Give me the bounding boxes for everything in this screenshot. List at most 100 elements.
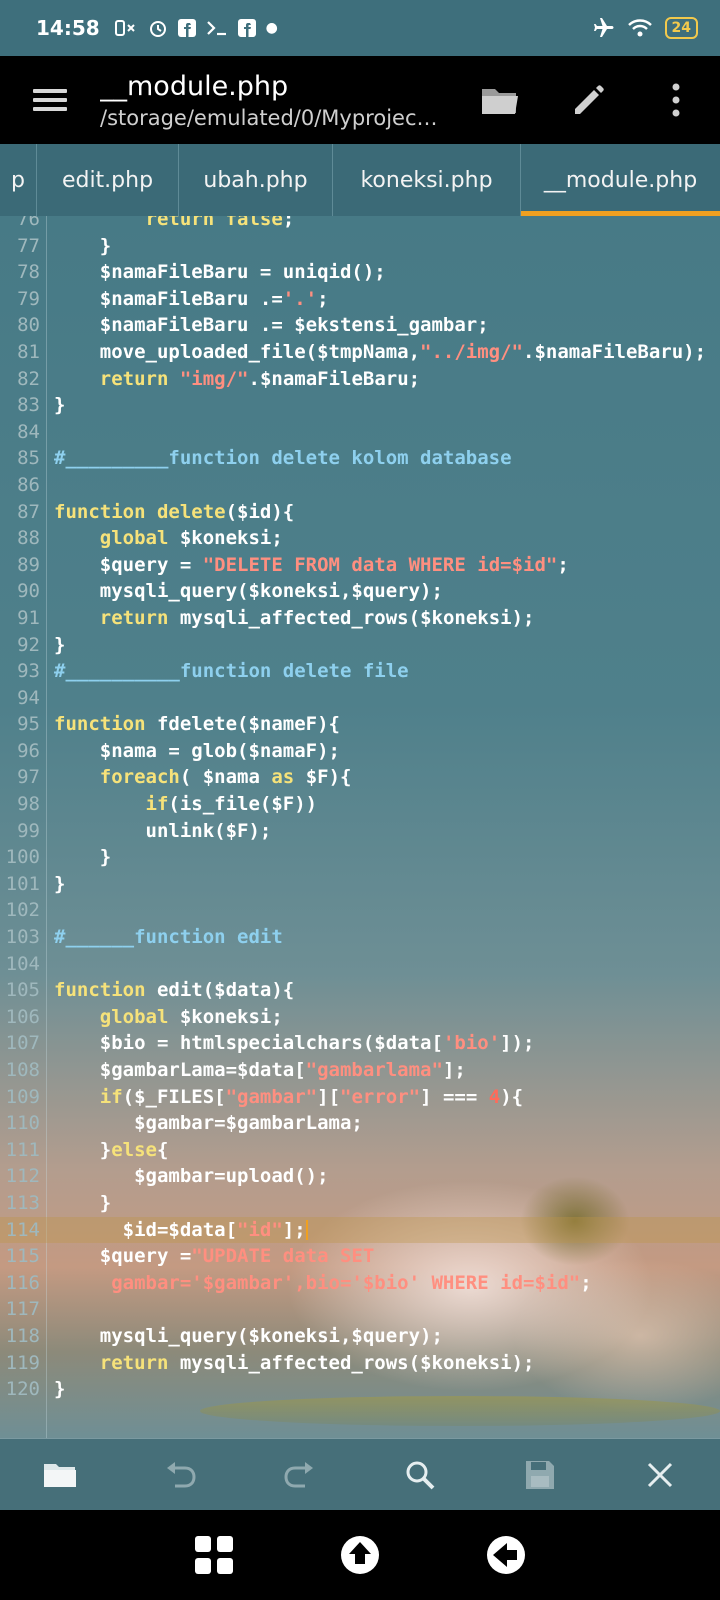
line-number: 110 [5, 1112, 40, 1135]
code-line[interactable]: 105 function edit($data){ [0, 977, 720, 1004]
code-token: $gambar=upload(); [54, 1165, 329, 1188]
code-line[interactable]: 112 $gambar=upload(); [0, 1163, 720, 1190]
redo-button[interactable] [260, 1439, 340, 1511]
code-token: #__________function delete file [54, 660, 409, 683]
code-line[interactable]: 99 unlink($F); [0, 818, 720, 845]
line-number: 113 [5, 1191, 40, 1214]
line-number: 106 [5, 1005, 40, 1028]
code-line[interactable]: 97 foreach( $nama as $F){ [0, 764, 720, 791]
code-token: "img/" [179, 367, 249, 390]
code-token: false [225, 216, 283, 230]
menu-button[interactable] [0, 56, 100, 144]
code-line[interactable]: 76 return false; [0, 216, 720, 233]
code-token: mysqli_query($koneksi,$query); [54, 580, 443, 603]
recents-button[interactable] [191, 1532, 237, 1578]
code-line[interactable]: 119 return mysqli_affected_rows($koneksi… [0, 1350, 720, 1377]
open-folder-button[interactable] [456, 56, 544, 144]
tab-module-php[interactable]: __module.php [520, 144, 720, 216]
back-button[interactable] [483, 1532, 529, 1578]
code-line[interactable]: 101} [0, 871, 720, 898]
undo-button[interactable] [140, 1439, 220, 1511]
code-line[interactable]: 91 return mysqli_affected_rows($koneksi)… [0, 605, 720, 632]
code-line[interactable]: 120} [0, 1376, 720, 1403]
code-line[interactable]: 92} [0, 632, 720, 659]
code-line[interactable]: 79 $namaFileBaru .='.'; [0, 286, 720, 313]
code-token: gambar='$gambar',bio='$bio' WHERE id=$id… [111, 1271, 581, 1294]
code-line[interactable]: 103 #______function edit [0, 924, 720, 951]
more-options-button[interactable] [632, 56, 720, 144]
code-line[interactable]: 84 [0, 419, 720, 446]
code-token: ] === [420, 1085, 489, 1108]
status-bar: 14:58 ● 24 [0, 0, 720, 56]
home-button[interactable] [337, 1532, 383, 1578]
code-line[interactable]: 100 } [0, 844, 720, 871]
line-number: 93 [17, 660, 40, 683]
code-text: $nama = glob($namaF); [54, 738, 340, 765]
close-file-button[interactable] [620, 1439, 700, 1511]
file-path: /storage/emulated/0/Myproject/p... [100, 105, 445, 130]
code-token: ; [580, 1271, 592, 1294]
tab-edit-php[interactable]: edit.php [36, 144, 178, 216]
code-line[interactable]: 108 $gambarLama=$data["gambarlama"]; [0, 1057, 720, 1084]
code-line[interactable]: 95 function fdelete($nameF){ [0, 711, 720, 738]
code-line[interactable]: 85 #_________function delete kolom databa… [0, 445, 720, 472]
code-line[interactable]: 94 [0, 685, 720, 712]
line-number: 97 [17, 766, 40, 789]
search-button[interactable] [380, 1439, 460, 1511]
code-line[interactable]: 116 gambar='$gambar',bio='$bio' WHERE id… [0, 1270, 720, 1297]
code-token: ; [557, 553, 569, 576]
line-number: 114 [5, 1218, 40, 1241]
code-line[interactable]: 118 mysqli_query($koneksi,$query); [0, 1323, 720, 1350]
line-number: 81 [17, 340, 40, 363]
code-token: "gambar" [225, 1085, 318, 1108]
code-line[interactable]: 109 if($_FILES["gambar"]["error"] === 4)… [0, 1084, 720, 1111]
line-number: 94 [17, 686, 40, 709]
code-line[interactable]: 107 $bio = htmlspecialchars($data['bio']… [0, 1030, 720, 1057]
code-token: '.' [282, 287, 318, 310]
code-line[interactable]: 117 [0, 1296, 720, 1323]
code-line[interactable]: 86 [0, 472, 720, 499]
line-number: 103 [5, 926, 40, 949]
tab-ubah-php[interactable]: ubah.php [178, 144, 332, 216]
code-line[interactable]: 114 $id=$data["id"]; [0, 1216, 720, 1244]
vibrate-off-icon [114, 20, 135, 36]
line-number: 85 [17, 447, 40, 470]
tab-koneksi-php[interactable]: koneksi.php [332, 144, 520, 216]
tab-partial[interactable]: p [0, 144, 36, 216]
code-editor[interactable]: 76 return false; 77 } 78 $namaFileBaru = u… [0, 216, 720, 1438]
code-line[interactable]: 110 $gambar=$gambarLama; [0, 1110, 720, 1137]
code-line[interactable]: 104 [0, 951, 720, 978]
code-line[interactable]: 87 function delete($id){ [0, 499, 720, 526]
code-line[interactable]: 111 }else{ [0, 1137, 720, 1164]
code-line[interactable]: 89 $query = "DELETE FROM data WHERE id=$… [0, 552, 720, 579]
code-line[interactable]: 115 $query ="UPDATE data SET [0, 1243, 720, 1270]
code-line[interactable]: 96 $nama = glob($namaF); [0, 738, 720, 765]
code-line[interactable]: 102 [0, 897, 720, 924]
code-line[interactable]: 78 $namaFileBaru = uniqid(); [0, 259, 720, 286]
code-token: mysqli_affected_rows($koneksi); [168, 606, 535, 629]
code-token: ; [282, 216, 295, 230]
code-line[interactable]: 90 mysqli_query($koneksi,$query); [0, 578, 720, 605]
back-icon [487, 1536, 525, 1574]
code-line[interactable]: 98 if(is_file($F)) [0, 791, 720, 818]
edit-button[interactable] [544, 56, 632, 144]
code-line[interactable]: 80 $namaFileBaru .= $ekstensi_gambar; [0, 312, 720, 339]
code-line[interactable]: 93 #__________function delete file [0, 658, 720, 685]
code-token: $gambarLama=$data[ [54, 1059, 306, 1081]
code-token: .$namaFileBaru); [523, 340, 707, 363]
code-line[interactable]: 106 global $koneksi; [0, 1004, 720, 1031]
code-line[interactable]: 82 return "img/".$namaFileBaru; [0, 366, 720, 393]
open-file-button[interactable] [20, 1439, 100, 1511]
save-button[interactable] [500, 1439, 580, 1511]
code-line[interactable]: 83} [0, 392, 720, 419]
code-line[interactable]: 113 } [0, 1190, 720, 1217]
code-line[interactable]: 88 global $koneksi; [0, 525, 720, 552]
line-number: 90 [17, 580, 40, 603]
code-line[interactable]: 77 } [0, 233, 720, 260]
code-line[interactable]: 81 move_uploaded_file($tmpNama,"../img/"… [0, 339, 720, 366]
code-token: else [111, 1138, 157, 1161]
code-text: mysqli_query($koneksi,$query); [54, 578, 443, 605]
code-content[interactable]: 76 return false; 77 } 78 $namaFileBaru = u… [0, 216, 720, 1403]
tab-label: koneksi.php [360, 167, 493, 193]
